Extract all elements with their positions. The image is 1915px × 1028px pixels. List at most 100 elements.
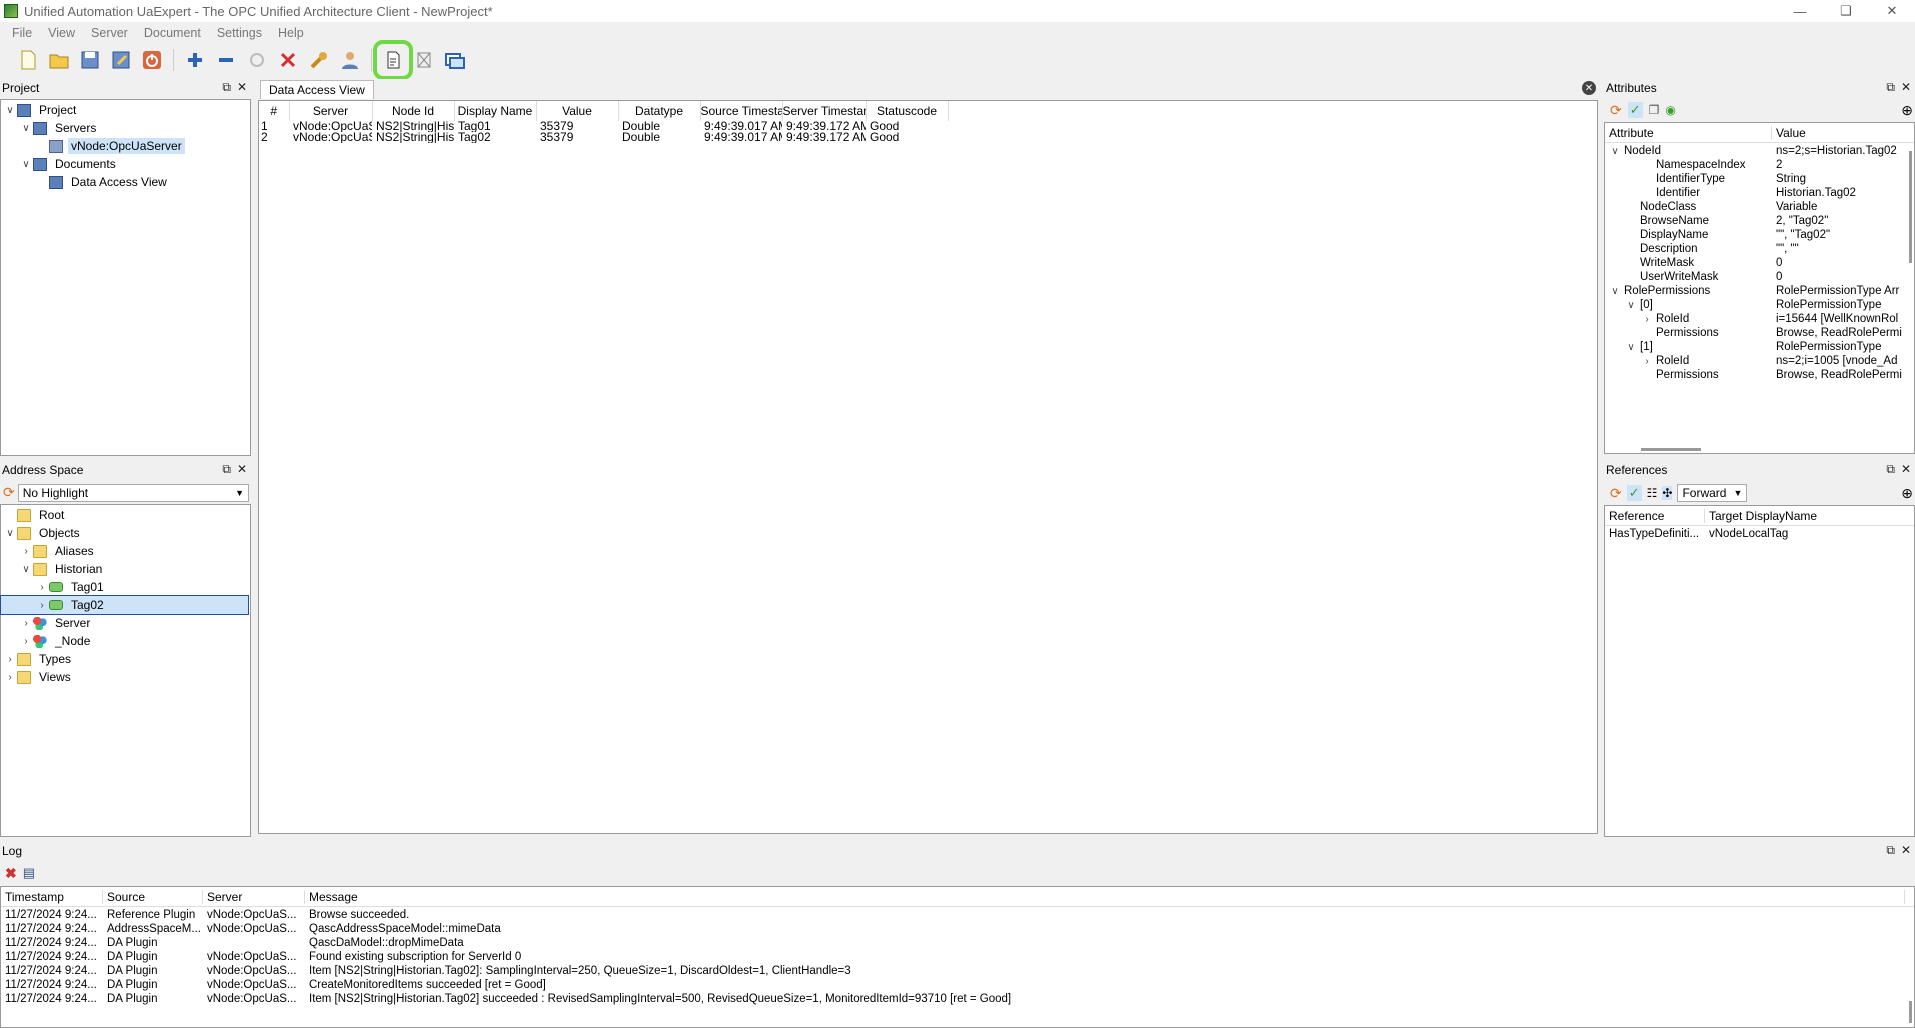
float-icon[interactable]: ⧉: [222, 462, 231, 477]
log-column-header[interactable]: Timestamp: [1, 889, 103, 904]
attribute-row[interactable]: ∨ [0] RolePermissionType: [1605, 298, 1914, 312]
log-column-header[interactable]: Server: [203, 889, 305, 904]
address-tree-node[interactable]: › Aliases: [1, 542, 250, 560]
close-icon[interactable]: ✕: [1901, 843, 1911, 858]
log-row[interactable]: 11/27/2024 9:24... AddressSpaceM... vNode:…: [1, 923, 1914, 937]
log-row[interactable]: 11/27/2024 9:24... Reference Plugin vNode:…: [1, 909, 1914, 923]
attribute-row[interactable]: ∨ NodeId ns=2;s=Historian.Tag02: [1605, 144, 1914, 158]
menu-help[interactable]: Help: [270, 26, 312, 40]
expand-arrow-icon[interactable]: ›: [19, 618, 33, 629]
expand-arrow-icon[interactable]: ›: [3, 672, 17, 683]
column-header[interactable]: Display Name: [454, 101, 537, 121]
direction-select[interactable]: Forward ▼: [1677, 484, 1748, 502]
project-tree-node[interactable]: ∨ Documents: [1, 155, 250, 173]
close-icon[interactable]: ✕: [237, 462, 247, 477]
float-icon[interactable]: ⧉: [222, 80, 231, 95]
disconnect-button[interactable]: [274, 46, 302, 74]
attribute-row[interactable]: WriteMask 0: [1605, 256, 1914, 270]
float-icon[interactable]: ⧉: [1886, 843, 1895, 858]
attribute-row[interactable]: NamespaceIndex 2: [1605, 158, 1914, 172]
attribute-row[interactable]: ∨ [1] RolePermissionType: [1605, 340, 1914, 354]
expand-arrow-icon[interactable]: ›: [1640, 314, 1654, 325]
open-project-button[interactable]: [45, 46, 73, 74]
attribute-row[interactable]: BrowseName 2, "Tag02": [1605, 214, 1914, 228]
log-column-header[interactable]: Message: [305, 889, 1905, 904]
check-icon[interactable]: ✓: [1626, 485, 1642, 501]
address-tree-node[interactable]: Root: [1, 506, 250, 524]
user-button[interactable]: [336, 46, 364, 74]
settings-button[interactable]: [305, 46, 333, 74]
menu-file[interactable]: File: [4, 26, 40, 40]
column-header[interactable]: #: [259, 101, 290, 121]
collapse-arrow-icon[interactable]: ∨: [3, 105, 17, 116]
attribute-row[interactable]: NodeClass Variable: [1605, 200, 1914, 214]
menu-view[interactable]: View: [40, 26, 83, 40]
vertical-scrollbar[interactable]: [1909, 1001, 1912, 1023]
log-row[interactable]: 11/27/2024 9:24... DA Plugin vNode:OpcUaS.…: [1, 993, 1914, 1007]
expand-arrow-icon[interactable]: ›: [19, 636, 33, 647]
menu-server[interactable]: Server: [83, 26, 136, 40]
exit-button[interactable]: [138, 46, 166, 74]
column-header[interactable]: Statuscode: [866, 101, 949, 121]
collapse-arrow-icon[interactable]: ∨: [3, 528, 17, 539]
copy-icon[interactable]: ❐: [1649, 103, 1660, 117]
vertical-scrollbar[interactable]: [1909, 151, 1912, 263]
menu-settings[interactable]: Settings: [209, 26, 270, 40]
address-tree-node[interactable]: ∨ Objects: [1, 524, 250, 542]
log-row[interactable]: 11/27/2024 9:24... DA Plugin QascDaModel::…: [1, 937, 1914, 951]
log-row[interactable]: 11/27/2024 9:24... DA Plugin vNode:OpcUaS.…: [1, 951, 1914, 965]
add-attribute-icon[interactable]: ⊕: [1901, 102, 1913, 119]
remove-server-button[interactable]: [212, 46, 240, 74]
column-header[interactable]: Datatype: [618, 101, 701, 121]
close-icon[interactable]: ✕: [1901, 462, 1911, 477]
close-icon[interactable]: ✕: [237, 80, 247, 95]
column-header[interactable]: Server Timestamp: [782, 101, 867, 121]
address-tree-node[interactable]: ∨ Historian: [1, 560, 250, 578]
address-tree-node[interactable]: › Views: [1, 668, 250, 686]
expand-arrow-icon[interactable]: ›: [3, 654, 17, 665]
attribute-row[interactable]: Permissions Browse, ReadRolePermi: [1605, 326, 1914, 340]
attribute-row[interactable]: › RoleId i=15644 [WellKnownRol: [1605, 312, 1914, 326]
attribute-row[interactable]: IdentifierType String: [1605, 172, 1914, 186]
attribute-row[interactable]: Identifier Historian.Tag02: [1605, 186, 1914, 200]
save-log-icon[interactable]: ▤: [23, 865, 35, 881]
highlight-select[interactable]: No Highlight ▼: [17, 483, 249, 502]
reference-row[interactable]: HasTypeDefiniti... vNodeLocalTag: [1605, 528, 1914, 542]
log-column-header[interactable]: Source: [103, 889, 203, 904]
add-reference-icon[interactable]: ⊕: [1901, 485, 1913, 502]
minimize-button[interactable]: —: [1777, 0, 1823, 22]
address-tree-node[interactable]: › _Node: [1, 632, 250, 650]
save-project-button[interactable]: [76, 46, 104, 74]
collapse-arrow-icon[interactable]: ∨: [19, 159, 33, 170]
monitor-icon[interactable]: ◉: [1665, 103, 1675, 117]
project-tree-node[interactable]: vNode:OpcUaServer: [1, 137, 250, 155]
check-icon[interactable]: ✓: [1627, 102, 1643, 118]
close-window-button[interactable]: ✕: [1869, 0, 1915, 22]
add-document-button[interactable]: [373, 40, 413, 80]
close-icon[interactable]: ✕: [1901, 80, 1911, 95]
address-tree-node[interactable]: › Tag02: [0, 595, 249, 615]
attribute-row[interactable]: Description "", "": [1605, 242, 1914, 256]
table-row[interactable]: 1 vNode:OpcUaS... NS2|String|Hist... Tag01 3…: [259, 121, 948, 132]
add-server-button[interactable]: [181, 46, 209, 74]
collapse-arrow-icon[interactable]: ∨: [1624, 300, 1638, 311]
float-icon[interactable]: ⧉: [1886, 462, 1895, 477]
attribute-row[interactable]: ∨ RolePermissions RolePermissionType Arr: [1605, 284, 1914, 298]
refresh-icon[interactable]: ⟳: [3, 484, 15, 501]
expand-arrow-icon[interactable]: ›: [35, 582, 49, 593]
table-row[interactable]: 2 vNode:OpcUaS... NS2|String|Hist... Tag02 3…: [259, 132, 948, 143]
network-icon[interactable]: ✣: [1662, 486, 1673, 500]
save-as-button[interactable]: [107, 46, 135, 74]
log-row[interactable]: 11/27/2024 9:24... DA Plugin vNode:OpcUaS.…: [1, 979, 1914, 993]
project-tree-node[interactable]: ∨ Servers: [1, 119, 250, 137]
connect-button[interactable]: [243, 46, 271, 74]
collapse-arrow-icon[interactable]: ∨: [19, 123, 33, 134]
collapse-arrow-icon[interactable]: ∨: [1608, 286, 1622, 297]
hierarchy-icon[interactable]: ☷: [1647, 486, 1658, 500]
expand-arrow-icon[interactable]: ›: [1640, 356, 1654, 367]
project-tree-node[interactable]: Data Access View: [1, 173, 250, 191]
refresh-icon[interactable]: ⟳: [1610, 485, 1622, 502]
project-tree-node[interactable]: ∨ Project: [1, 101, 250, 119]
maximize-button[interactable]: ❏: [1823, 0, 1869, 22]
new-project-button[interactable]: [14, 46, 42, 74]
